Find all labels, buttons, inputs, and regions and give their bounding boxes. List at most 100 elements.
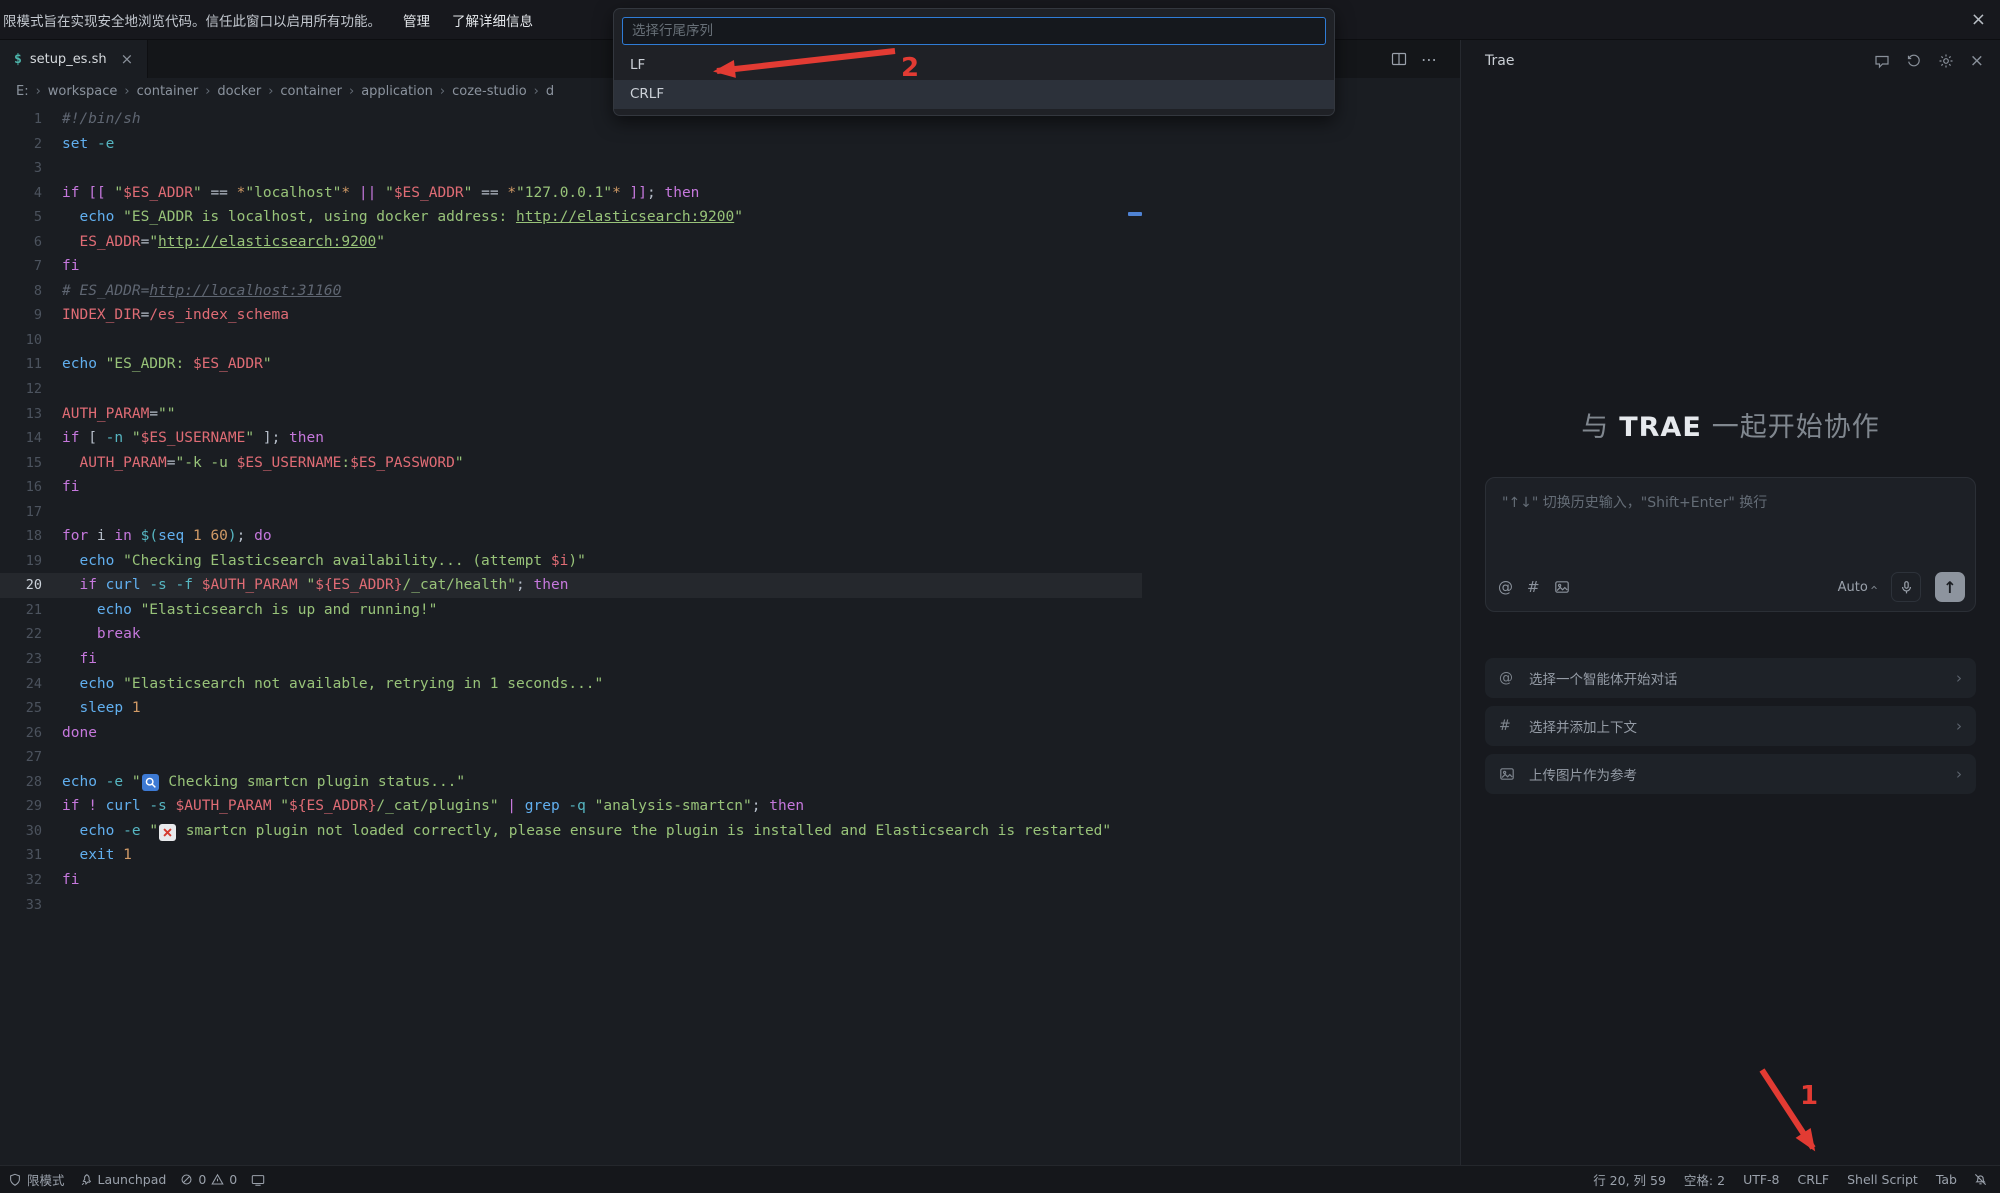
panel-action-hash[interactable]: #选择并添加上下文› bbox=[1485, 706, 1976, 746]
code-line[interactable]: 26done bbox=[0, 721, 1142, 746]
status-screencast[interactable] bbox=[251, 1173, 265, 1187]
attach-image-icon[interactable] bbox=[1554, 579, 1570, 595]
status-language-mode[interactable]: Shell Script bbox=[1847, 1172, 1918, 1187]
send-button[interactable]: ↑ bbox=[1935, 572, 1965, 602]
code-line[interactable]: 5 echo "ES_ADDR is localhost, using dock… bbox=[0, 205, 1142, 230]
code-line[interactable]: 28echo -e " Checking smartcn plugin stat… bbox=[0, 770, 1142, 795]
code-line[interactable]: 13AUTH_PARAM="" bbox=[0, 402, 1142, 427]
code-text: if curl -s -f $AUTH_PARAM "${ES_ADDR}/_c… bbox=[62, 573, 568, 598]
code-line[interactable]: 12 bbox=[0, 377, 1142, 402]
code-line[interactable]: 10 bbox=[0, 328, 1142, 353]
status-eol[interactable]: CRLF bbox=[1798, 1172, 1830, 1187]
code-line[interactable]: 16fi bbox=[0, 475, 1142, 500]
microphone-button[interactable] bbox=[1891, 572, 1921, 602]
code-line[interactable]: 27 bbox=[0, 745, 1142, 770]
status-cursor-position[interactable]: 行 20, 列 59 bbox=[1593, 1170, 1666, 1189]
status-launchpad[interactable]: Launchpad bbox=[79, 1172, 167, 1187]
panel-action-image[interactable]: 上传图片作为参考› bbox=[1485, 754, 1976, 794]
learn-more-button[interactable]: 了解详细信息 bbox=[452, 10, 533, 30]
chevron-right-icon: › bbox=[1956, 717, 1962, 735]
quickpick-option-lf[interactable]: LF bbox=[614, 51, 1334, 80]
status-right-items: 行 20, 列 59 空格: 2 UTF-8 CRLF Shell Script Tab bbox=[1593, 1170, 1957, 1189]
breadcrumb-item[interactable]: E: bbox=[16, 84, 29, 99]
code-line[interactable]: 17 bbox=[0, 500, 1142, 525]
breadcrumb-item[interactable]: docker bbox=[217, 84, 261, 99]
breadcrumb-item[interactable]: workspace bbox=[48, 84, 118, 99]
code-text: fi bbox=[62, 868, 79, 893]
tab-setup-es-sh[interactable]: $ setup_es.sh × bbox=[0, 40, 148, 78]
breadcrumb-item[interactable]: d bbox=[546, 84, 554, 99]
breadcrumb-item[interactable]: coze-studio bbox=[452, 84, 527, 99]
line-number: 6 bbox=[0, 230, 42, 255]
breadcrumb-separator-icon: › bbox=[205, 84, 210, 99]
screen-icon bbox=[251, 1173, 265, 1187]
line-number: 14 bbox=[0, 426, 42, 451]
code-text: if ! curl -s $AUTH_PARAM "${ES_ADDR}/_ca… bbox=[62, 794, 804, 819]
code-line[interactable]: 21 echo "Elasticsearch is up and running… bbox=[0, 598, 1142, 623]
code-text: ES_ADDR="http://elasticsearch:9200" bbox=[62, 230, 385, 255]
code-line[interactable]: 23 fi bbox=[0, 647, 1142, 672]
status-indentation[interactable]: 空格: 2 bbox=[1684, 1170, 1725, 1189]
manage-button[interactable]: 管理 bbox=[403, 10, 430, 30]
code-line[interactable]: 22 break bbox=[0, 622, 1142, 647]
code-line[interactable]: 31 exit 1 bbox=[0, 843, 1142, 868]
mention-icon[interactable]: @ bbox=[1498, 578, 1513, 596]
code-text: echo "ES_ADDR: $ES_ADDR" bbox=[62, 352, 272, 377]
chat-input-card[interactable]: "↑↓" 切换历史输入，"Shift+Enter" 换行 @ # Auto › bbox=[1485, 477, 1976, 612]
gear-icon[interactable] bbox=[1938, 53, 1954, 69]
feedback-icon[interactable] bbox=[1874, 53, 1890, 69]
line-number: 18 bbox=[0, 524, 42, 549]
code-line[interactable]: 6 ES_ADDR="http://elasticsearch:9200" bbox=[0, 230, 1142, 255]
code-editor[interactable]: 1#!/bin/sh2set -e34if [[ "$ES_ADDR" == *… bbox=[0, 104, 1460, 1165]
more-actions-icon[interactable]: ⋯ bbox=[1421, 50, 1438, 69]
code-line[interactable]: 9INDEX_DIR=/es_index_schema bbox=[0, 303, 1142, 328]
code-line[interactable]: 4if [[ "$ES_ADDR" == *"localhost"* || "$… bbox=[0, 181, 1142, 206]
code-line[interactable]: 7fi bbox=[0, 254, 1142, 279]
tab-close-icon[interactable]: × bbox=[121, 50, 134, 68]
code-line[interactable]: 8# ES_ADDR=http://localhost:31160 bbox=[0, 279, 1142, 304]
line-number: 2 bbox=[0, 132, 42, 157]
code-line[interactable]: 20 if curl -s -f $AUTH_PARAM "${ES_ADDR}… bbox=[0, 573, 1142, 598]
code-line[interactable]: 3 bbox=[0, 156, 1142, 181]
code-line[interactable]: 30 echo -e " smartcn plugin not loaded c… bbox=[0, 819, 1142, 844]
line-number: 12 bbox=[0, 377, 42, 402]
code-line[interactable]: 2set -e bbox=[0, 132, 1142, 157]
editor-actions: ⋯ bbox=[1391, 40, 1438, 78]
code-line[interactable]: 32fi bbox=[0, 868, 1142, 893]
code-line[interactable]: 11echo "ES_ADDR: $ES_ADDR" bbox=[0, 352, 1142, 377]
line-number: 3 bbox=[0, 156, 42, 181]
code-line[interactable]: 29if ! curl -s $AUTH_PARAM "${ES_ADDR}/_… bbox=[0, 794, 1142, 819]
context-hash-icon[interactable]: # bbox=[1527, 578, 1540, 596]
code-line[interactable]: 15 AUTH_PARAM="-k -u $ES_USERNAME:$ES_PA… bbox=[0, 451, 1142, 476]
status-restricted-mode[interactable]: 限模式 bbox=[8, 1170, 65, 1189]
code-line[interactable]: 19 echo "Checking Elasticsearch availabi… bbox=[0, 549, 1142, 574]
quickpick-input[interactable] bbox=[622, 17, 1326, 45]
code-text: exit 1 bbox=[62, 843, 132, 868]
banner-close-icon[interactable]: × bbox=[1971, 11, 1986, 29]
line-number: 9 bbox=[0, 303, 42, 328]
status-problems[interactable]: 0 0 bbox=[180, 1172, 237, 1187]
split-editor-icon[interactable] bbox=[1391, 51, 1407, 67]
model-auto-selector[interactable]: Auto › bbox=[1838, 580, 1877, 595]
line-number: 27 bbox=[0, 745, 42, 770]
line-number: 33 bbox=[0, 893, 42, 918]
code-line[interactable]: 24 echo "Elasticsearch not available, re… bbox=[0, 672, 1142, 697]
code-line[interactable]: 14if [ -n "$ES_USERNAME" ]; then bbox=[0, 426, 1142, 451]
chevron-right-icon: › bbox=[1956, 765, 1962, 783]
line-number: 16 bbox=[0, 475, 42, 500]
code-line[interactable]: 33 bbox=[0, 893, 1142, 918]
breadcrumb-separator-icon: › bbox=[349, 84, 354, 99]
code-line[interactable]: 18for i in $(seq 1 60); do bbox=[0, 524, 1142, 549]
breadcrumb-item[interactable]: application bbox=[361, 84, 433, 99]
code-line[interactable]: 25 sleep 1 bbox=[0, 696, 1142, 721]
breadcrumb-item[interactable]: container bbox=[280, 84, 342, 99]
status-tab-size[interactable]: Tab bbox=[1936, 1172, 1957, 1187]
breadcrumb-separator-icon: › bbox=[534, 84, 539, 99]
history-icon[interactable] bbox=[1906, 53, 1922, 69]
breadcrumb-item[interactable]: container bbox=[137, 84, 199, 99]
quickpick-option-crlf[interactable]: CRLF bbox=[614, 80, 1334, 109]
status-encoding[interactable]: UTF-8 bbox=[1743, 1172, 1779, 1187]
panel-close-icon[interactable]: × bbox=[1970, 51, 1984, 71]
panel-action-at[interactable]: @选择一个智能体开始对话› bbox=[1485, 658, 1976, 698]
notifications-muted-icon[interactable] bbox=[1973, 1172, 1988, 1187]
